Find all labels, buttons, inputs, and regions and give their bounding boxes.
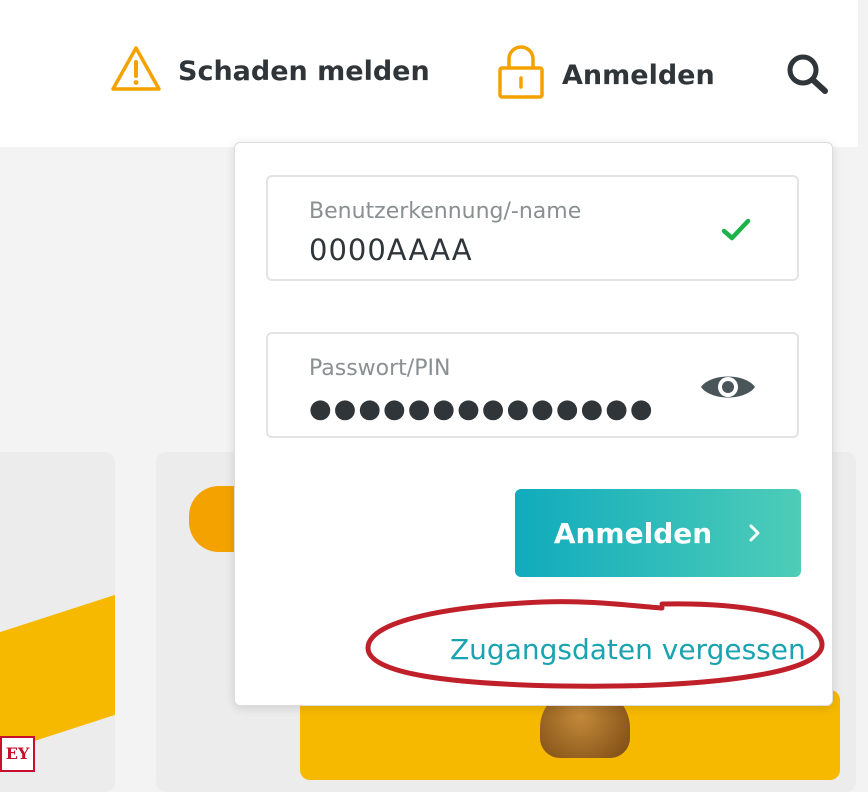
password-field[interactable]: Passwort/PIN ●●●●●●●●●●●●●● [266, 332, 799, 438]
username-label: Benutzerkennung/-name [309, 199, 582, 224]
report-damage-link[interactable]: Schaden melden [110, 44, 430, 99]
padlock-icon [496, 44, 546, 107]
login-nav-link[interactable]: Anmelden [496, 44, 715, 107]
eye-icon[interactable] [699, 370, 757, 408]
username-value[interactable]: 0000AAAA [309, 233, 473, 267]
annotation-ellipse [365, 599, 825, 689]
report-damage-label: Schaden melden [178, 56, 430, 87]
login-submit-button[interactable]: Anmelden [515, 489, 801, 577]
login-submit-label: Anmelden [553, 516, 713, 550]
password-label: Passwort/PIN [309, 356, 451, 381]
username-field[interactable]: Benutzerkennung/-name 0000AAAA [266, 175, 799, 281]
checkmark-icon [721, 217, 751, 247]
badge-logo: EY [0, 736, 35, 772]
warning-triangle-icon [110, 44, 162, 99]
page-edge [858, 0, 868, 772]
password-value[interactable]: ●●●●●●●●●●●●●● [309, 394, 655, 424]
search-button[interactable] [785, 52, 833, 103]
header-bar: Schaden melden Anmelden [0, 0, 858, 147]
chevron-right-icon [748, 517, 762, 550]
login-nav-label: Anmelden [562, 60, 715, 91]
search-icon [785, 52, 833, 103]
